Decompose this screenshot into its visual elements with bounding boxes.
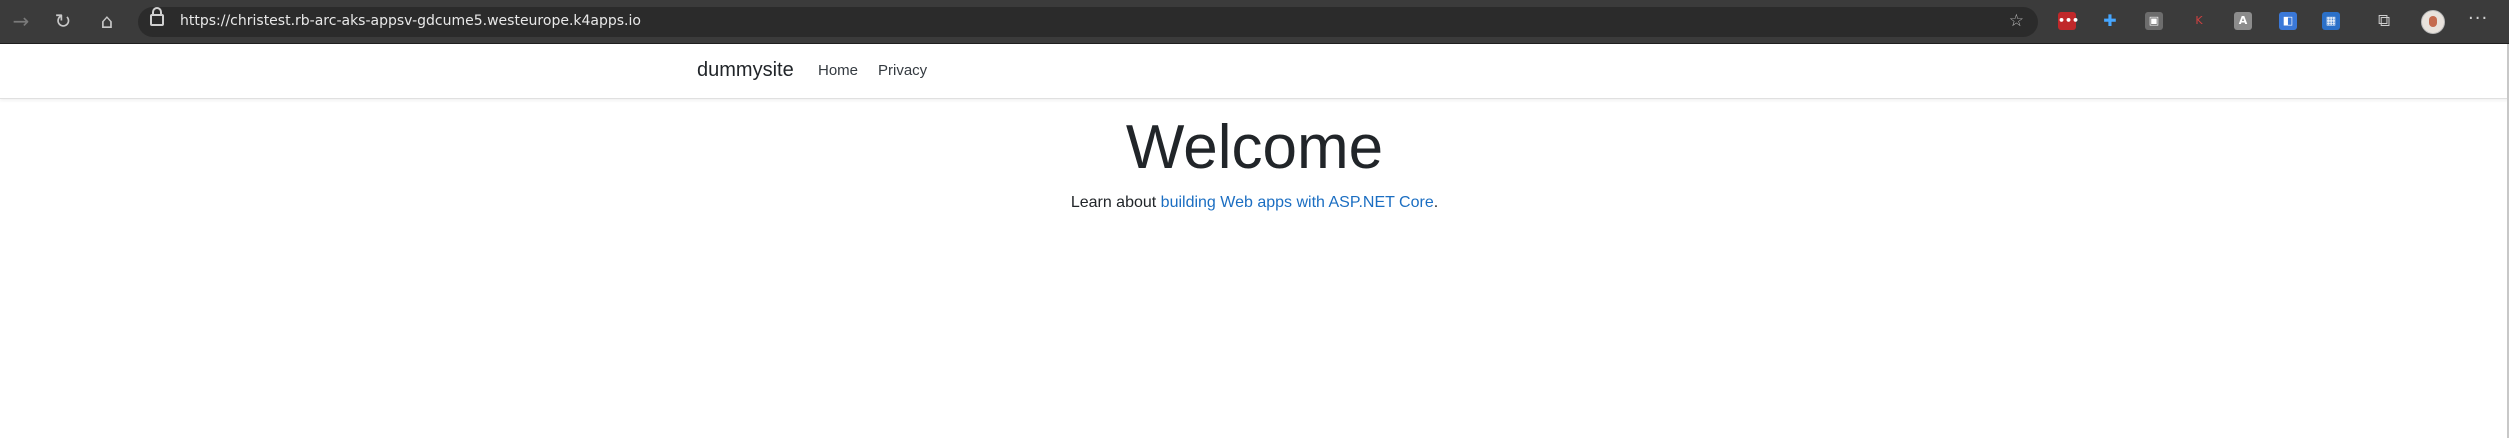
aspnet-core-link[interactable]: building Web apps with ASP.NET Core [1161, 194, 1434, 211]
site-navbar: dummysite Home Privacy [0, 44, 2509, 99]
reload-icon[interactable]: ↻ [50, 8, 76, 34]
nav-home-link[interactable]: Home [818, 62, 858, 79]
extension-gray-2-icon[interactable]: A [2234, 12, 2252, 30]
extension-blue-2-icon[interactable]: ▦ [2322, 12, 2340, 30]
extension-k-icon[interactable]: K [2190, 12, 2208, 30]
browser-toolbar: → ↻ ⌂ https://christest.rb-arc-aks-appsv… [0, 0, 2509, 44]
address-bar[interactable]: https://christest.rb-arc-aks-appsv-gdcum… [138, 7, 2038, 37]
url-text[interactable]: https://christest.rb-arc-aks-appsv-gdcum… [180, 13, 641, 29]
lead-paragraph: Learn about building Web apps with ASP.N… [0, 194, 2509, 212]
extension-blue-icon[interactable]: ◧ [2279, 12, 2297, 30]
favorite-icon[interactable]: ☆ [2009, 11, 2024, 31]
back-icon[interactable]: → [8, 8, 34, 34]
lead-prefix: Learn about [1070, 194, 1161, 211]
lead-suffix: . [1433, 194, 1439, 211]
collections-icon[interactable]: ⧉ [2378, 11, 2390, 31]
home-icon[interactable]: ⌂ [94, 8, 120, 34]
profile-avatar[interactable] [2421, 10, 2445, 34]
extension-blue-cross-icon[interactable]: ✚ [2101, 12, 2119, 30]
page-title: Welcome [1125, 113, 1384, 182]
lock-icon[interactable] [150, 7, 164, 26]
more-icon[interactable]: ··· [2468, 8, 2488, 29]
extension-gray-icon[interactable]: ▣ [2145, 12, 2163, 30]
extension-red-icon[interactable]: ••• [2058, 12, 2079, 30]
nav-privacy-link[interactable]: Privacy [878, 62, 927, 79]
site-brand-link[interactable]: dummysite [697, 59, 794, 82]
